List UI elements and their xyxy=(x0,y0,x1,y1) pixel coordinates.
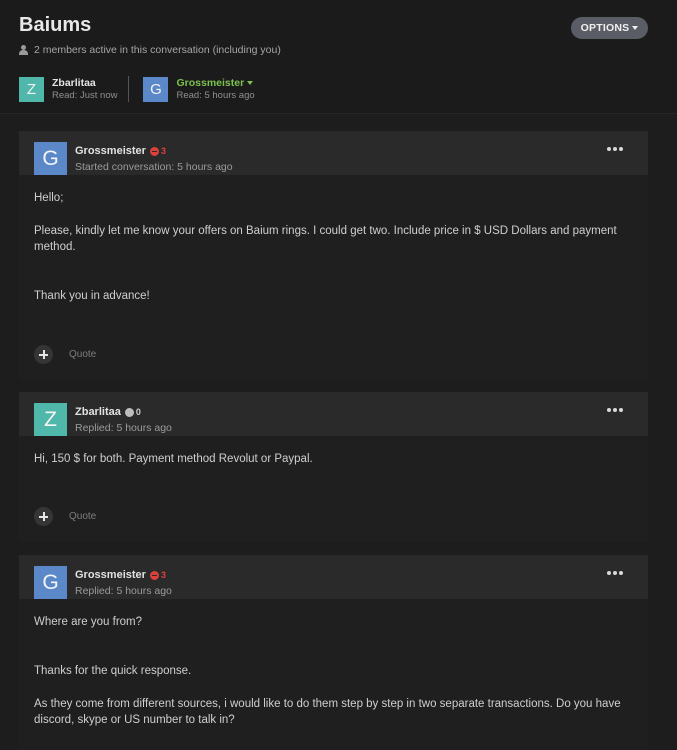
minus-circle-icon xyxy=(149,146,159,156)
message-author[interactable]: Zbarlitaa 0 xyxy=(75,406,141,418)
reputation-badge: 3 xyxy=(149,146,166,156)
reputation-count: 3 xyxy=(160,570,166,580)
neutral-circle-icon xyxy=(124,407,134,417)
message-paragraph: Thank you in advance! xyxy=(34,290,150,302)
message-paragraph: Thanks for the quick response. xyxy=(34,665,192,677)
message-actions: Quote xyxy=(34,507,96,526)
message-header: G Grossmeister 3 Replied: 5 hours ago xyxy=(19,555,648,599)
plus-icon[interactable] xyxy=(34,507,53,526)
participant-name-menu[interactable]: Grossmeister xyxy=(176,77,254,90)
reputation-badge: 3 xyxy=(149,570,166,580)
participants-list: Z Zbarlitaa Read: Just now G Grossmeiste… xyxy=(19,75,255,103)
avatar[interactable]: G xyxy=(143,76,169,102)
participant-name[interactable]: Zbarlitaa xyxy=(52,77,117,90)
participant-zbarlitaa[interactable]: Z Zbarlitaa Read: Just now xyxy=(19,76,118,102)
message-author[interactable]: Grossmeister 3 xyxy=(75,145,166,157)
participant-read-status: Read: Just now xyxy=(52,89,118,101)
more-options-icon[interactable] xyxy=(607,408,623,412)
participant-read-status: Read: 5 hours ago xyxy=(176,89,255,101)
options-button[interactable]: OPTIONS xyxy=(571,17,648,39)
members-active-text: 2 members active in this conversation (i… xyxy=(34,44,281,56)
quote-button[interactable]: Quote xyxy=(69,349,96,360)
conversation-page: Baiums OPTIONS 2 members active in this … xyxy=(0,0,677,750)
message-meta: Replied: 5 hours ago xyxy=(75,422,172,434)
reputation-count: 3 xyxy=(160,146,166,156)
minus-circle-icon xyxy=(149,570,159,580)
message-paragraph: Where are you from? xyxy=(34,616,143,628)
message-header: G Grossmeister 3 Started conversation: 5… xyxy=(19,131,648,175)
reputation-count: 0 xyxy=(135,407,141,417)
participant-name[interactable]: Grossmeister xyxy=(176,77,244,90)
author-name[interactable]: Grossmeister xyxy=(75,145,146,157)
author-name[interactable]: Zbarlitaa xyxy=(75,406,121,418)
avatar[interactable]: G xyxy=(34,142,67,175)
message-author[interactable]: Grossmeister 3 xyxy=(75,569,166,581)
messages-panel: G Grossmeister 3 Started conversation: 5… xyxy=(0,113,677,750)
members-active-line: 2 members active in this conversation (i… xyxy=(19,44,281,56)
conversation-title: Baiums xyxy=(19,14,92,36)
plus-icon[interactable] xyxy=(34,345,53,364)
message-meta: Replied: 5 hours ago xyxy=(75,585,172,597)
avatar[interactable]: Z xyxy=(34,403,67,436)
message: Z Zbarlitaa 0 Replied: 5 hours ago Hi, 1… xyxy=(19,392,648,542)
participant-grossmeister[interactable]: G Grossmeister Read: 5 hours ago xyxy=(143,76,255,102)
user-icon xyxy=(19,45,28,55)
message-paragraph: As they come from different sources, i w… xyxy=(34,698,621,726)
options-label: OPTIONS xyxy=(580,22,630,34)
avatar[interactable]: G xyxy=(34,566,67,599)
author-name[interactable]: Grossmeister xyxy=(75,569,146,581)
more-options-icon[interactable] xyxy=(607,571,623,575)
message-paragraph: Hi, 150 $ for both. Payment method Revol… xyxy=(34,453,313,465)
message-actions: Quote xyxy=(34,345,96,364)
message-header: Z Zbarlitaa 0 Replied: 5 hours ago xyxy=(19,392,648,436)
message: G Grossmeister 3 Started conversation: 5… xyxy=(19,131,648,379)
message: G Grossmeister 3 Replied: 5 hours ago Wh… xyxy=(19,555,648,750)
avatar[interactable]: Z xyxy=(19,76,44,102)
message-paragraph: Please, kindly let me know your offers o… xyxy=(34,225,617,253)
chevron-down-icon xyxy=(632,26,639,30)
message-paragraph: Hello; xyxy=(34,192,64,204)
message-meta: Started conversation: 5 hours ago xyxy=(75,161,233,173)
divider xyxy=(128,76,130,102)
reputation-badge: 0 xyxy=(124,407,141,417)
quote-button[interactable]: Quote xyxy=(69,511,96,522)
chevron-down-icon xyxy=(247,81,254,85)
more-options-icon[interactable] xyxy=(607,147,623,151)
